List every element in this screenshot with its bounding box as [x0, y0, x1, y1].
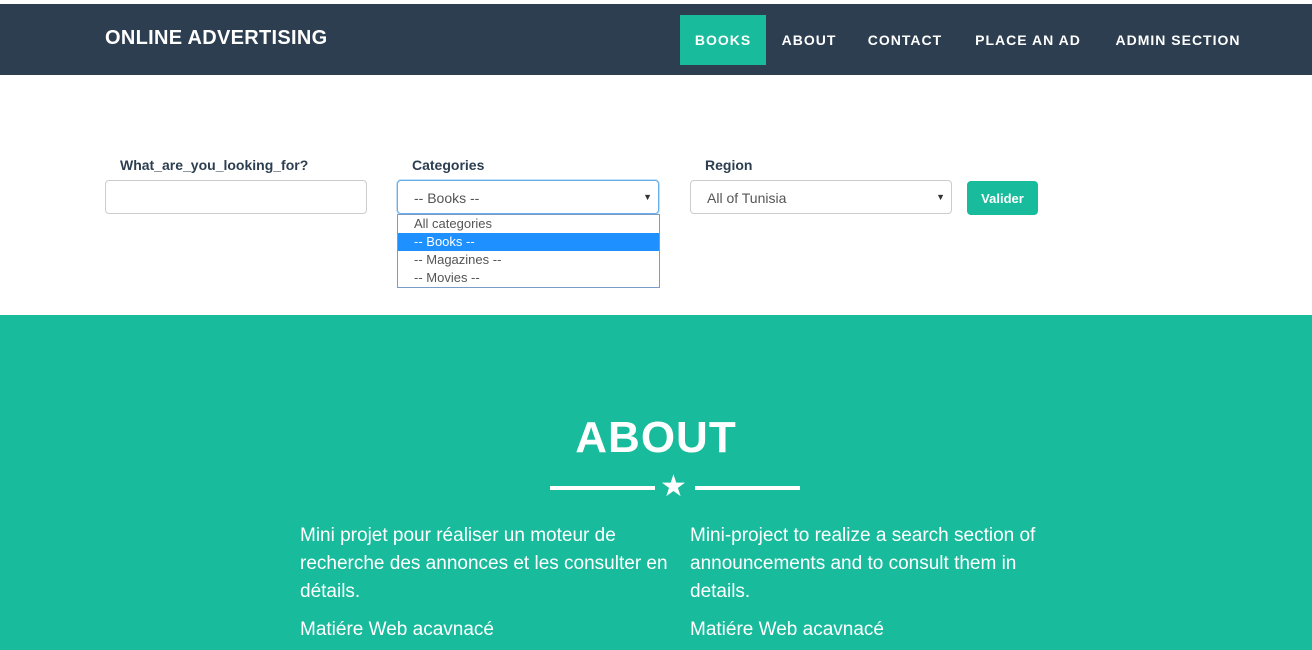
- nav-item-admin-section[interactable]: ADMIN SECTION: [1102, 15, 1254, 65]
- categories-selected-value: -- Books --: [414, 190, 480, 206]
- nav-item-place-an-ad[interactable]: PLACE AN AD: [962, 15, 1094, 65]
- dropdown-option-magazines[interactable]: -- Magazines --: [398, 251, 659, 269]
- categories-dropdown-list: All categories -- Books -- -- Magazines …: [397, 214, 660, 288]
- keyword-input[interactable]: [105, 180, 367, 214]
- dropdown-option-books[interactable]: -- Books --: [398, 233, 659, 251]
- dropdown-option-all-categories[interactable]: All categories: [398, 215, 659, 233]
- navbar: ONLINE ADVERTISING BOOKS ABOUT CONTACT P…: [0, 4, 1312, 75]
- about-title: ABOUT: [575, 413, 737, 462]
- about-subtitle-fr: Matiére Web acavnacé: [300, 619, 494, 640]
- about-paragraph-fr: Mini projet pour réaliser un moteur de r…: [300, 525, 668, 602]
- keyword-label: What_are_you_looking_for?: [120, 157, 309, 173]
- categories-label: Categories: [412, 157, 485, 173]
- nav-item-about[interactable]: ABOUT: [770, 15, 848, 65]
- nav-item-books[interactable]: BOOKS: [680, 15, 766, 65]
- region-selected-value: All of Tunisia: [707, 190, 787, 206]
- brand-link[interactable]: ONLINE ADVERTISING: [105, 27, 327, 50]
- divider-line-right: [695, 486, 800, 490]
- categories-select[interactable]: -- Books -- ▼: [397, 180, 659, 214]
- about-paragraph-en: Mini-project to realize a search section…: [690, 525, 1036, 602]
- dropdown-option-movies[interactable]: -- Movies --: [398, 269, 659, 287]
- region-select[interactable]: All of Tunisia ▼: [690, 180, 952, 214]
- star-icon: ★: [660, 470, 687, 503]
- caret-down-icon: ▼: [936, 192, 945, 202]
- nav-item-contact[interactable]: CONTACT: [856, 15, 954, 65]
- valider-button[interactable]: Valider: [967, 181, 1038, 215]
- region-label: Region: [705, 157, 753, 173]
- about-section: ABOUT ★ Mini projet pour réaliser un mot…: [0, 315, 1312, 650]
- about-subtitle-en: Matiére Web acavnacé: [690, 619, 884, 640]
- divider-line-left: [550, 486, 655, 490]
- caret-down-icon: ▼: [643, 192, 652, 202]
